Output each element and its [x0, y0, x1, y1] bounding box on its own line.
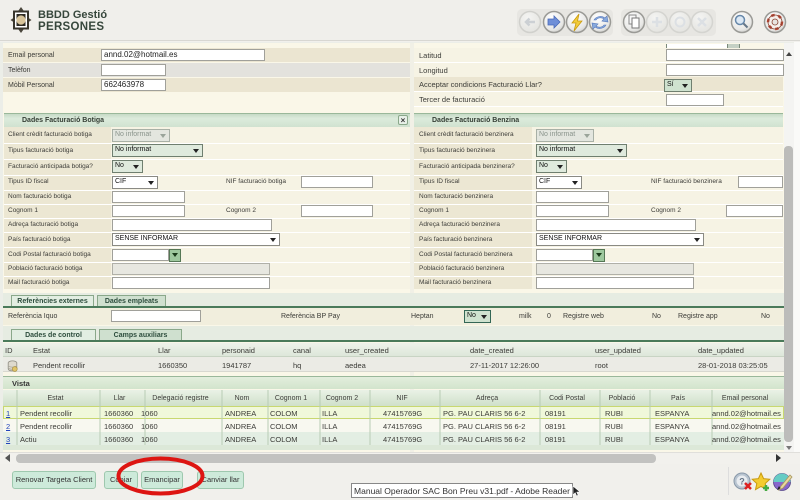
svg-text:?: ?	[739, 477, 745, 487]
